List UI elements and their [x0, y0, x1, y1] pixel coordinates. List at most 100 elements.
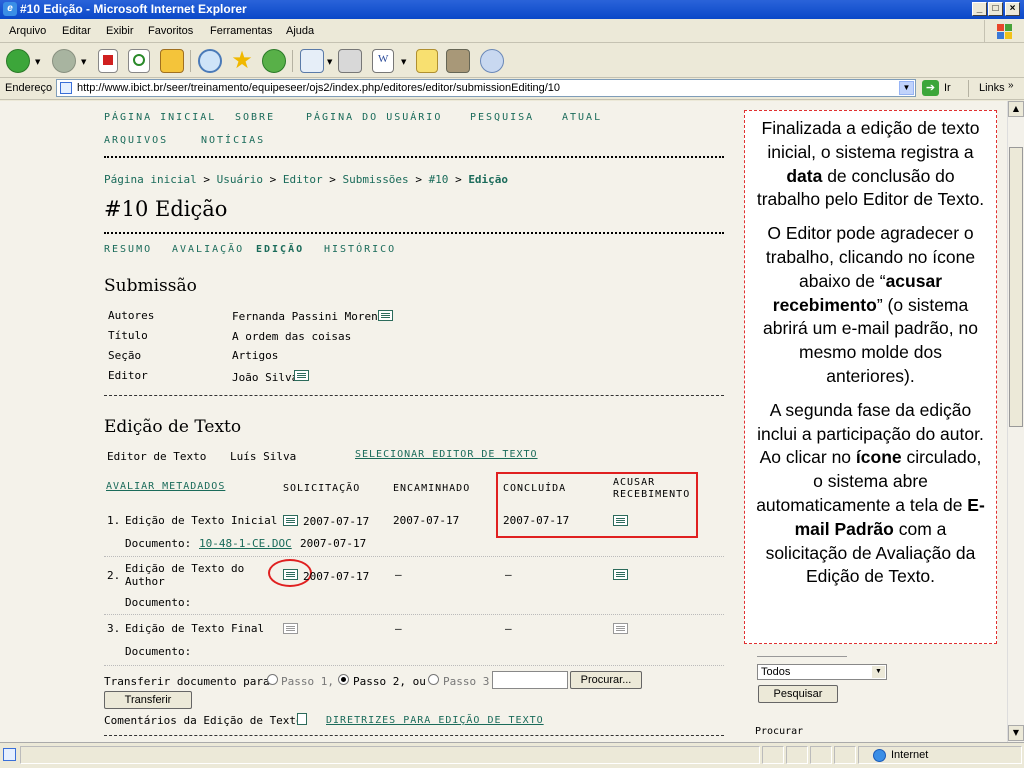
submission-divider [104, 395, 724, 396]
title-label: Título [108, 329, 148, 342]
nav-home[interactable]: PÁGINA INICIAL [104, 112, 216, 123]
step1-radio-label: Passo 1, [281, 675, 334, 688]
step2-radio[interactable] [338, 674, 349, 685]
refresh-icon[interactable] [128, 49, 150, 73]
back-icon[interactable] [6, 49, 30, 73]
sidebar-search-select[interactable]: Todos ▼ [757, 664, 887, 680]
menu-exibir[interactable]: Exibir [106, 25, 134, 37]
breadcrumb-submissions[interactable]: Submissões [342, 173, 408, 186]
menu-ajuda[interactable]: Ajuda [286, 25, 314, 37]
stop-icon[interactable] [98, 49, 118, 73]
address-dropdown-icon[interactable]: ▼ [899, 81, 914, 95]
step3-doc-label: Documento: [125, 645, 192, 658]
home-icon[interactable] [160, 49, 184, 73]
links-button[interactable]: Links [979, 82, 1005, 94]
window-title-bar[interactable]: e #10 Edição - Microsoft Internet Explor… [0, 0, 1024, 19]
email-author-icon[interactable] [378, 310, 393, 321]
step3-request-email-icon [283, 623, 298, 634]
page-icon [60, 82, 72, 94]
scroll-thumb[interactable] [1009, 147, 1023, 427]
back-dropdown-icon[interactable]: ▼ [35, 58, 40, 66]
tab-review[interactable]: AVALIAÇÃO [172, 244, 244, 255]
breadcrumb-user[interactable]: Usuário [217, 173, 263, 186]
minimize-button[interactable]: _ [972, 2, 987, 16]
step1-radio[interactable] [267, 674, 278, 685]
links-chevron-icon[interactable]: » [1008, 80, 1014, 91]
menu-favoritos[interactable]: Favoritos [148, 25, 193, 37]
tab-editing[interactable]: EDIÇÃO [256, 244, 304, 255]
step2-number: 2. [107, 569, 121, 582]
nav-search[interactable]: PESQUISA [470, 112, 534, 123]
breadcrumb-home[interactable]: Página inicial [104, 173, 197, 186]
step1-doc-link[interactable]: 10-48-1-CE.DOC [199, 537, 292, 550]
messenger-icon[interactable] [480, 49, 504, 73]
internet-zone-icon [873, 749, 886, 762]
mail-dropdown-icon[interactable]: ▼ [327, 58, 332, 66]
favorites-star-icon[interactable]: ★ [230, 48, 254, 73]
sidebar-input[interactable] [757, 647, 847, 657]
page-title: #10 Edição [104, 197, 228, 221]
print-icon[interactable] [338, 49, 362, 73]
mail-icon[interactable] [300, 49, 324, 73]
sidebar-search-button[interactable]: Pesquisar [758, 685, 838, 703]
history-icon[interactable] [262, 49, 286, 73]
editor-label: Editor [108, 369, 148, 382]
step2-name-1: Edição de Texto do [125, 562, 245, 575]
step2-name-2: Author [125, 575, 165, 588]
comments-icon[interactable] [297, 713, 307, 725]
step1-doc-date: 2007-07-17 [300, 537, 367, 550]
callout-paragraph-1: Finalizada a edição de texto inicial, o … [756, 118, 985, 210]
breadcrumb-editor[interactable]: Editor [283, 173, 323, 186]
browse-button[interactable]: Procurar... [570, 671, 642, 689]
step2-request-date: 2007-07-17 [303, 570, 370, 583]
email-editor-icon[interactable] [294, 370, 309, 381]
forward-dropdown-icon[interactable]: ▼ [81, 58, 86, 66]
editor-value: João Silva [232, 371, 299, 384]
step3-radio[interactable] [428, 674, 439, 685]
maximize-button[interactable]: □ [988, 2, 1003, 16]
review-metadata-link[interactable]: AVALIAR METADADOS [106, 481, 225, 492]
highlight-box [496, 472, 698, 538]
step1-doc-label: Documento: [125, 537, 192, 550]
transfer-button[interactable]: Transferir [104, 691, 192, 709]
select-copyeditor-link[interactable]: SELECIONAR EDITOR DE TEXTO [355, 449, 538, 460]
tab-history[interactable]: HISTÓRICO [324, 244, 396, 255]
discuss-icon[interactable] [416, 49, 438, 73]
tab-summary[interactable]: RESUMO [104, 244, 152, 255]
nav-archives[interactable]: ARQUIVOS [104, 135, 168, 146]
select-dropdown-icon[interactable]: ▼ [872, 666, 885, 678]
menu-ferramentas[interactable]: Ferramentas [210, 25, 272, 37]
forward-icon[interactable] [52, 49, 76, 73]
edit-word-icon[interactable]: W [372, 49, 394, 73]
toolbar: ▼ ▼ ★ ▼ W ▼ [0, 44, 1024, 78]
edit-dropdown-icon[interactable]: ▼ [401, 58, 406, 66]
step2-acknowledge-email-icon[interactable] [613, 569, 628, 580]
breadcrumb-current[interactable]: Edição [468, 173, 508, 186]
go-arrow-icon[interactable]: ➔ [922, 80, 939, 96]
search-icon[interactable] [198, 49, 222, 73]
nav-current[interactable]: ATUAL [562, 112, 602, 123]
close-button[interactable]: × [1005, 2, 1020, 16]
col-request: SOLICITAÇÃO [283, 483, 361, 494]
menu-editar[interactable]: Editar [62, 25, 91, 37]
nav-news[interactable]: NOTÍCIAS [201, 135, 265, 146]
page-status-icon [3, 748, 16, 761]
nav-about[interactable]: SOBRE [235, 112, 275, 123]
window-title: #10 Edição - Microsoft Internet Explorer [20, 2, 247, 16]
file-input[interactable] [492, 671, 568, 689]
breadcrumb-submission-id[interactable]: #10 [429, 173, 449, 186]
nav-user-home[interactable]: PÁGINA DO USUÁRIO [306, 112, 442, 123]
vertical-scrollbar[interactable]: ▲ ▼ [1007, 101, 1024, 742]
go-button[interactable]: Ir [944, 82, 951, 94]
address-input[interactable]: http://www.ibict.br/seer/treinamento/equ… [56, 79, 916, 97]
menu-arquivo[interactable]: Arquivo [9, 25, 46, 37]
scroll-down-icon[interactable]: ▼ [1008, 725, 1024, 741]
zone-label: Internet [891, 749, 929, 761]
research-icon[interactable] [446, 49, 470, 73]
title-divider [104, 232, 724, 234]
guidelines-link[interactable]: DIRETRIZES PARA EDIÇÃO DE TEXTO [326, 715, 544, 726]
copyedit-heading: Edição de Texto [104, 417, 242, 437]
scroll-up-icon[interactable]: ▲ [1008, 101, 1024, 117]
step1-request-email-icon[interactable] [283, 515, 298, 526]
copyeditor-name: Luís Silva [230, 450, 297, 463]
